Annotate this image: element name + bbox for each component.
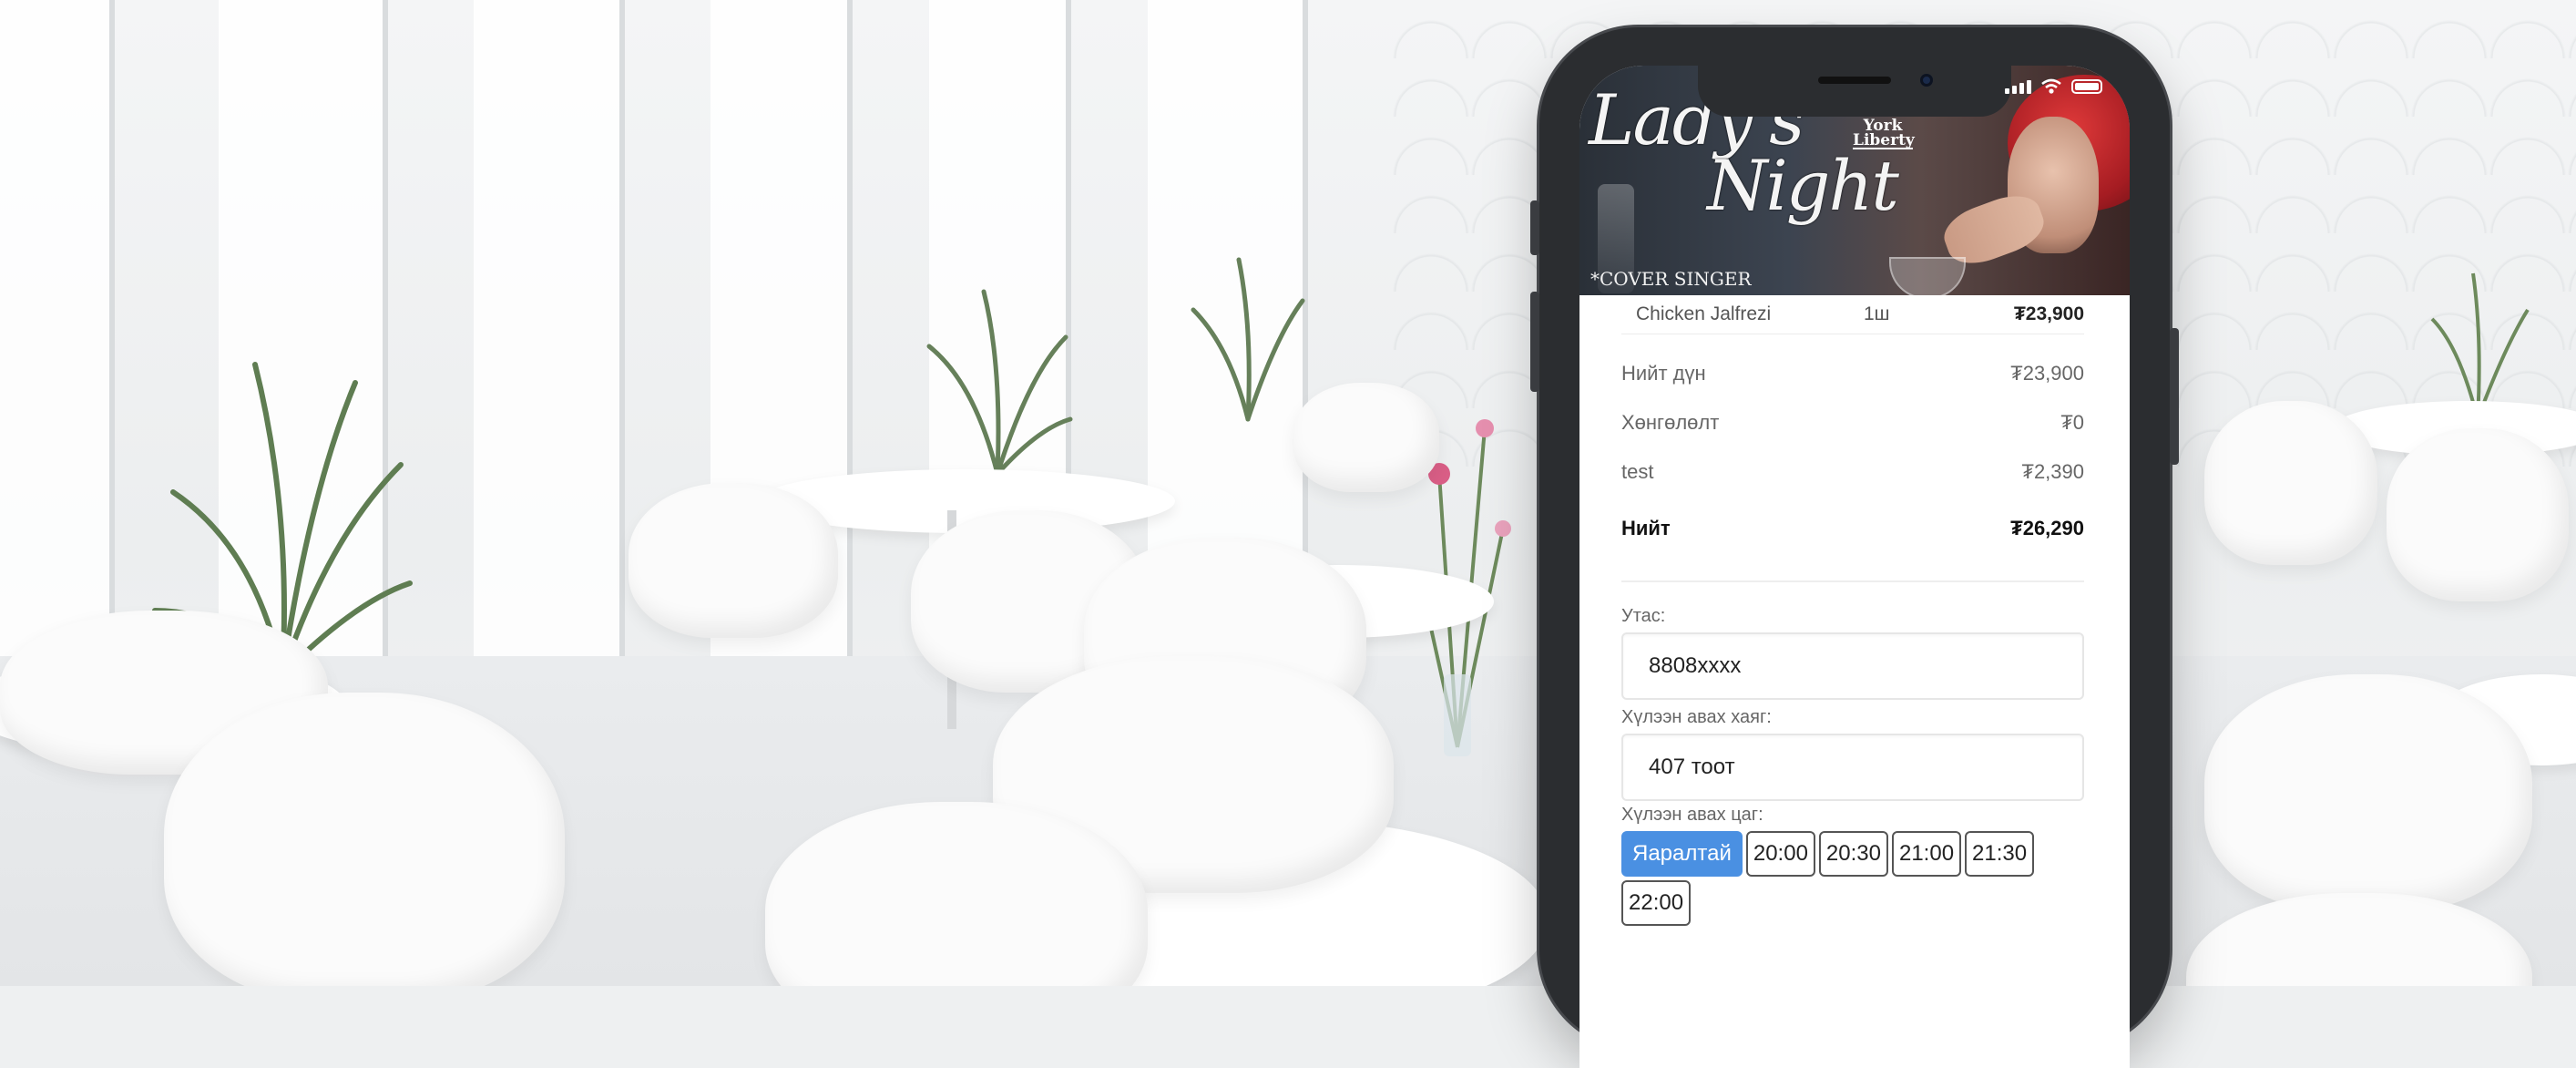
order-item-price: ₮23,900 [2013, 303, 2084, 324]
subtotal-value: ₮23,900 [2010, 362, 2084, 385]
time-option-2200[interactable]: 22:00 [1621, 880, 1692, 926]
banner-title-line2: Night [1707, 145, 1899, 226]
window-frame [847, 0, 853, 711]
order-summary: Chicken Jalfrezi 1ш ₮23,900 Нийт дүн ₮23… [1621, 295, 2084, 926]
fee-label: test [1621, 460, 1654, 483]
fee-value: ₮2,390 [2021, 460, 2085, 483]
flower-vase [1410, 419, 1511, 756]
potted-plant [926, 289, 1073, 477]
signal-icon [2005, 79, 2031, 94]
chair [2204, 674, 2532, 911]
status-bar [2005, 78, 2102, 95]
order-item-name: Chicken Jalfrezi [1636, 303, 1772, 324]
total-row: Нийт ₮26,290 [1621, 517, 2084, 540]
time-option-2100[interactable]: 21:00 [1891, 831, 1962, 877]
window-frame [619, 0, 625, 711]
chair [629, 483, 838, 638]
subtotal-row: Нийт дүн ₮23,900 [1621, 362, 2084, 385]
phone-screen: Lady's Night New York Liberty *COVER SIN… [1579, 66, 2130, 1068]
time-option-2030[interactable]: 20:30 [1818, 831, 1888, 877]
discount-value: ₮0 [2060, 411, 2084, 434]
order-item-qty: 1ш [1864, 303, 1890, 324]
total-label: Нийт [1621, 517, 1671, 539]
background-cafe-scene [0, 0, 2576, 986]
phone-mockup: Lady's Night New York Liberty *COVER SIN… [1530, 27, 2179, 1068]
battery-icon [2071, 79, 2102, 94]
address-input[interactable]: 407 тоот [1621, 734, 2084, 801]
mute-switch [1530, 200, 1539, 255]
window-frame [109, 0, 115, 711]
volume-up-button [1530, 292, 1539, 392]
divider [1621, 580, 2084, 582]
time-option-urgent[interactable]: Яаралтай [1621, 831, 1743, 877]
banner-cocktail [1889, 257, 1966, 295]
front-camera [1920, 74, 1933, 87]
potted-plant [1191, 257, 1305, 422]
chair [765, 802, 1148, 986]
time-option-2130[interactable]: 21:30 [1965, 831, 2035, 877]
subtotal-label: Нийт дүн [1621, 362, 1706, 385]
discount-row: Хөнгөлөлт ₮0 [1621, 411, 2084, 435]
phone-input[interactable]: 8808xxxx [1621, 632, 2084, 700]
phone-label: Утас: [1621, 606, 1666, 626]
chair [164, 693, 565, 986]
chair [2387, 428, 2569, 601]
delivery-time-options: Яаралтай 20:00 20:30 21:00 21:30 22:00 [1621, 831, 2077, 926]
window-panel [474, 0, 619, 693]
order-item-row: Chicken Jalfrezi 1ш ₮23,900 [1621, 295, 2084, 334]
fee-row: test ₮2,390 [1621, 460, 2084, 484]
banner-subtitle: *COVER SINGER [1590, 268, 1752, 290]
window-panel [0, 0, 109, 693]
delivery-time-label: Хүлээн авах цаг: [1621, 805, 1763, 825]
wifi-icon [2041, 78, 2061, 94]
discount-label: Хөнгөлөлт [1621, 411, 1720, 434]
chair [1293, 383, 1439, 492]
notch [1698, 66, 2011, 117]
chair [2204, 401, 2377, 565]
power-button [2170, 328, 2179, 465]
speaker [1818, 77, 1891, 84]
total-value: ₮26,290 [2010, 517, 2084, 539]
time-option-2000[interactable]: 20:00 [1745, 831, 1815, 877]
address-label: Хүлээн авах хаяг: [1621, 707, 1772, 727]
